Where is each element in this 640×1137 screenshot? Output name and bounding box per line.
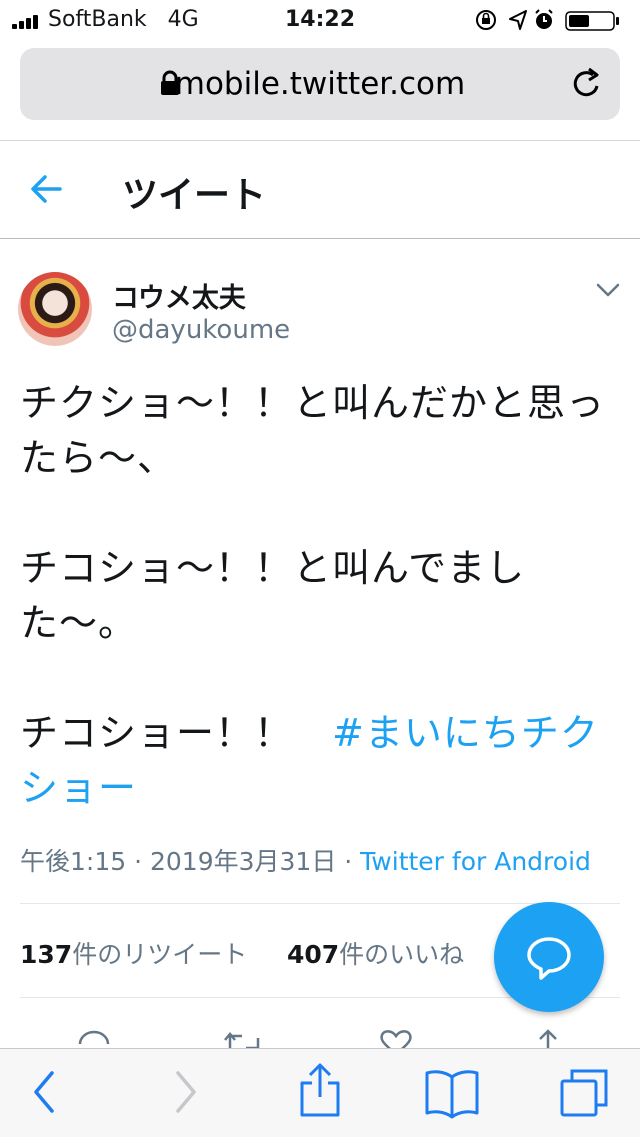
browser-toolbar: [0, 1048, 640, 1137]
tweet-timestamp: 午後1:15 · 2019年3月31日 ·: [20, 847, 361, 876]
alarm-icon: [535, 9, 553, 29]
battery-icon: [565, 11, 619, 31]
tweet-line: チコショー！！ #まいにちチクショー: [20, 706, 622, 816]
retweet-stat[interactable]: 137件のリツイート: [20, 940, 247, 969]
like-label: 件のいいね: [339, 940, 465, 969]
address-bar[interactable]: mobile.twitter.com: [20, 48, 620, 120]
tweet-line: チコショ〜！！と叫んでました〜。: [20, 546, 526, 645]
tweet-line-text: チコショー！！: [20, 711, 333, 755]
author-display-name[interactable]: コウメ太夫: [112, 276, 246, 315]
retweet-icon[interactable]: [224, 1028, 264, 1048]
like-stat[interactable]: 407件のいいね: [287, 940, 464, 969]
tweet-stats: 137件のリツイート 407件のいいね: [20, 935, 464, 971]
status-bar: SoftBank 4G 14:22: [0, 0, 640, 40]
share-icon[interactable]: [530, 1028, 566, 1048]
speech-bubble-icon: [527, 937, 571, 980]
location-icon: [509, 10, 527, 30]
rotation-lock-icon: [476, 10, 496, 30]
retweet-count: 137: [20, 940, 73, 969]
like-count: 407: [286, 940, 340, 969]
divider: [0, 238, 640, 239]
reload-icon[interactable]: [570, 66, 604, 102]
author-handle[interactable]: @dayukoume: [112, 315, 290, 345]
divider: [20, 903, 620, 904]
page-header: ツイート: [0, 142, 640, 238]
divider: [0, 140, 640, 141]
forward-nav-icon[interactable]: [170, 1069, 200, 1115]
tweet-line: チクショ〜！！と叫んだかと思ったら〜、: [20, 381, 606, 480]
avatar[interactable]: [18, 272, 92, 346]
client-link[interactable]: Twitter for Android: [360, 847, 591, 876]
back-arrow-icon[interactable]: [30, 172, 64, 206]
retweet-label: 件のリツイート: [72, 940, 248, 969]
page-title: ツイート: [122, 175, 267, 216]
tweet-meta: 午後1:15 · 2019年3月31日 · Twitter for Androi…: [20, 842, 591, 878]
tweet-text: チクショ〜！！と叫んだかと思ったら〜、 チコショ〜！！と叫んでました〜。 チコシ…: [20, 376, 622, 816]
tabs-icon[interactable]: [558, 1067, 610, 1119]
share-sheet-icon[interactable]: [298, 1063, 342, 1119]
like-icon[interactable]: [378, 1028, 414, 1048]
url-text: mobile.twitter.com: [174, 66, 466, 102]
bookmarks-icon[interactable]: [424, 1067, 480, 1119]
status-icons: [476, 9, 619, 31]
reply-icon[interactable]: [76, 1028, 112, 1048]
compose-reply-button[interactable]: [494, 902, 604, 1012]
tweet-actions: [0, 1024, 640, 1048]
chevron-down-icon[interactable]: [596, 282, 620, 298]
back-nav-icon[interactable]: [30, 1069, 60, 1115]
